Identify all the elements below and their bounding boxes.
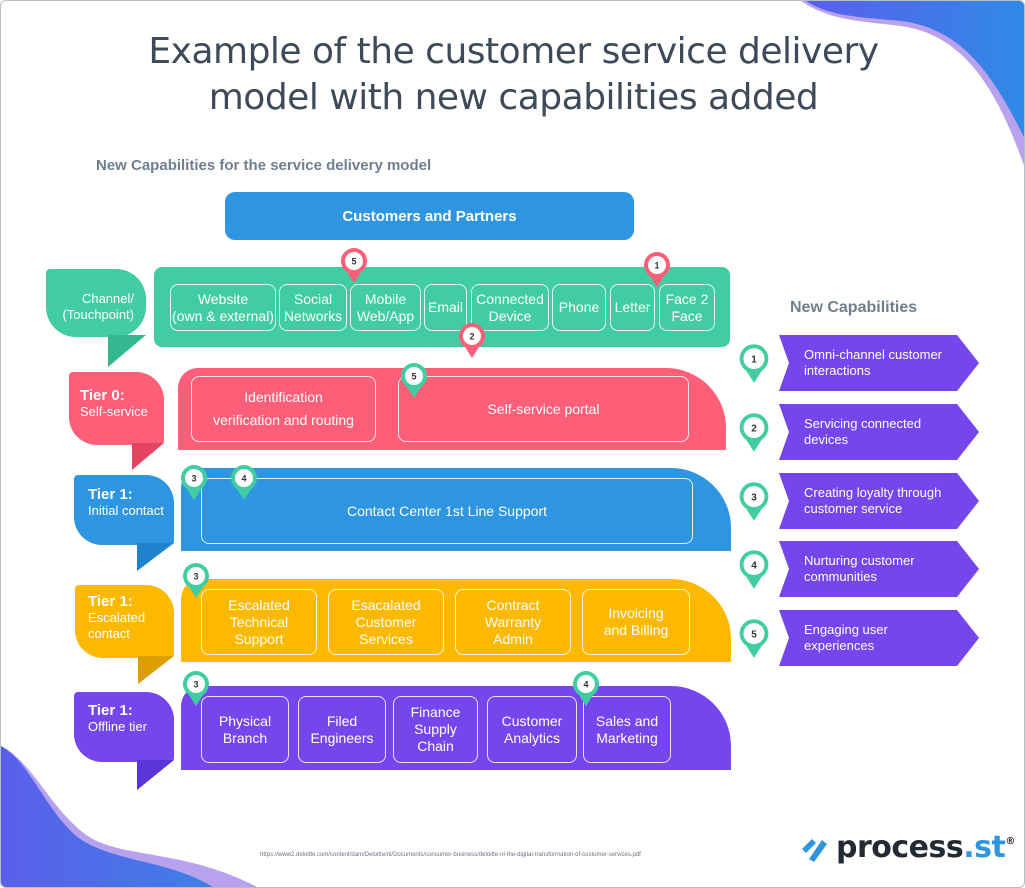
tier1-escalated-label-bubble: Tier 1: Escalated contact [75, 585, 174, 658]
tier0-subtitle: Self-service [80, 404, 148, 419]
capability-pin-5: 5 [737, 617, 771, 659]
tier0-title: Tier 0: [80, 387, 125, 404]
section-subtitle: New Capabilities for the service deliver… [96, 157, 432, 174]
pin-number: 5 [751, 629, 757, 640]
tier1-escalated-customer-services-box: Esacalated Customer Services [328, 589, 444, 655]
capability-pin-3: 3 [737, 480, 771, 522]
customers-and-partners-bar: Customers and Partners [225, 192, 634, 240]
tier1-customer-analytics-box: Customer Analytics [487, 696, 577, 763]
capability-item-3: Creating loyalty through customer service [779, 473, 979, 529]
pin-tier1-initial-3: 3 [179, 463, 209, 501]
pin-tier1-initial-4: 4 [229, 463, 259, 501]
tier1-offline-subtitle: Offline tier [88, 719, 148, 734]
channel-label-line-2: (Touchpoint) [62, 307, 134, 322]
tier1-escalated-subtitle-line-2: contact [88, 626, 130, 641]
tier1-contact-center-box: Contact Center 1st Line Support [201, 478, 693, 544]
pin-tier0-5: 5 [399, 361, 429, 399]
source-url[interactable]: https://www2.deloitte.com/content/dam/De… [260, 852, 641, 858]
capability-pin-1: 1 [737, 342, 771, 384]
tier1-invoicing-billing-box: Invoicing and Billing [582, 589, 690, 655]
pin-channel-2: 2 [457, 321, 487, 359]
tier1-escalated-technical-support-box: Escalated Technical Support [201, 589, 317, 655]
tier0-identification-box: Identification verification and routing [191, 376, 376, 442]
pin-number: 2 [469, 332, 474, 342]
channel-phone: Phone [552, 284, 606, 331]
pin-channel-1: 1 [642, 250, 672, 288]
capability-item-1: Omni-channel customer interactions [779, 335, 979, 391]
title-line-2: model with new capabilities added [208, 77, 819, 118]
pin-number: 3 [193, 680, 198, 690]
pin-tier1-offline-3: 3 [181, 669, 211, 707]
pin-number: 4 [241, 474, 246, 484]
pin-number: 4 [583, 680, 588, 690]
tier1-escalated-subtitle-line-1: Escalated [88, 610, 146, 625]
pin-number: 4 [751, 560, 757, 571]
tier1-physical-branch-box: Physical Branch [201, 696, 289, 763]
tier1-escalated-bubble-tail [138, 656, 174, 684]
capability-item-2: Servicing connected devices [779, 404, 979, 460]
process-st-logo-text: process.st® [836, 829, 1015, 865]
channel-label-bubble: Channel/ (Touchpoint) [46, 269, 146, 337]
tier1-initial-bubble-tail [137, 543, 174, 571]
capability-pin-4: 4 [737, 548, 771, 590]
channel-bubble-tail [108, 335, 146, 367]
tier1-initial-label-bubble: Tier 1: Initial contact [74, 475, 174, 545]
pin-number: 5 [411, 372, 416, 382]
tier0-self-service-portal-box: Self-service portal [398, 376, 689, 442]
pin-number: 3 [191, 474, 196, 484]
capability-pin-2: 2 [737, 411, 771, 453]
process-st-logo-icon [802, 839, 827, 862]
process-st-logo: process.st® [800, 827, 1015, 867]
pin-number: 5 [351, 257, 356, 267]
channel-website: Website (own & external) [170, 284, 276, 331]
channel-mobile-web-app: Mobile Web/App [350, 284, 421, 331]
channel-face-2-face: Face 2 Face [659, 284, 715, 331]
customers-and-partners-label: Customers and Partners [342, 207, 517, 225]
tier1-initial-title: Tier 1: [88, 486, 133, 503]
pin-number: 3 [193, 572, 198, 582]
infographic-canvas: Example of the customer service delivery… [0, 0, 1025, 888]
tier1-escalated-title: Tier 1: [88, 593, 133, 610]
pin-number: 3 [751, 492, 757, 503]
channel-letter: Letter [610, 284, 655, 331]
channel-label-line-1: Channel/ [81, 291, 134, 306]
capability-item-5: Engaging user experiences [779, 610, 979, 666]
pin-number: 1 [751, 354, 757, 365]
title-line-1: Example of the customer service delivery [148, 31, 879, 72]
pin-tier1-offline-4: 4 [571, 669, 601, 707]
tier0-label-bubble: Tier 0: Self-service [69, 372, 164, 445]
new-capabilities-heading: New Capabilities [790, 299, 918, 316]
tier1-offline-bubble-tail [137, 760, 174, 790]
pin-tier1-escalated-3: 3 [181, 561, 211, 599]
page-title: Example of the customer service delivery… [1, 29, 1024, 121]
tier1-initial-subtitle: Initial contact [88, 503, 164, 518]
capability-item-4: Nurturing customer communities [779, 541, 979, 597]
pin-channel-5: 5 [339, 246, 369, 284]
pin-number: 2 [751, 423, 757, 434]
tier1-offline-label-bubble: Tier 1: Offline tier [74, 692, 174, 762]
tier0-bubble-tail [132, 443, 164, 470]
channel-social-networks: Social Networks [279, 284, 347, 331]
tier1-offline-title: Tier 1: [88, 702, 133, 719]
pin-number: 1 [654, 261, 659, 271]
tier1-finance-supply-chain-box: Finance Supply Chain [393, 696, 478, 763]
tier1-contract-warranty-admin-box: Contract Warranty Admin [455, 589, 571, 655]
tier1-filed-engineers-box: Filed Engineers [298, 696, 386, 763]
